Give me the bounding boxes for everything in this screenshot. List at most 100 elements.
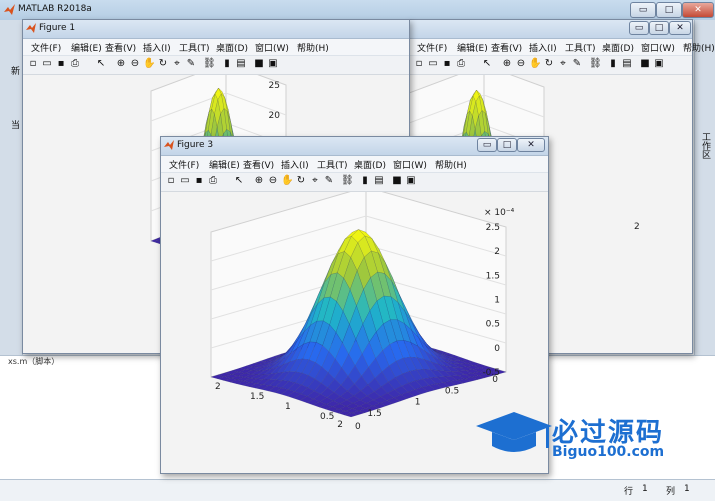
figure-1-title: Figure 1 — [39, 23, 75, 33]
menu-item-3[interactable]: 插入(I) — [143, 41, 171, 54]
brush-icon[interactable]: ✎ — [571, 58, 583, 70]
status-bar: 行 1 列 1 — [0, 479, 715, 501]
legend-icon[interactable]: ▤ — [373, 175, 385, 187]
zoom-out-icon[interactable]: ⊖ — [515, 58, 527, 70]
menu-item-1[interactable]: 编辑(E) — [209, 158, 240, 171]
menu-item-2[interactable]: 查看(V) — [105, 41, 136, 54]
y-tick-label: 0 — [492, 375, 498, 385]
zoom-out-icon[interactable]: ⊖ — [267, 175, 279, 187]
hide-plot-tools-icon[interactable]: ■ — [639, 58, 651, 70]
menu-item-5[interactable]: 桌面(D) — [602, 41, 634, 54]
matlab-logo-icon — [4, 4, 15, 15]
rotate-icon[interactable]: ↻ — [543, 58, 555, 70]
zoom-out-icon[interactable]: ⊖ — [129, 58, 141, 70]
colorbar-icon[interactable]: ▮ — [221, 58, 233, 70]
data-cursor-icon[interactable]: ⌖ — [557, 58, 569, 70]
left-label-new: 新 — [11, 64, 20, 77]
menu-item-7[interactable]: 帮助(H) — [435, 158, 467, 171]
save-icon[interactable]: ▪ — [55, 58, 67, 70]
menu-item-4[interactable]: 工具(T) — [317, 158, 348, 171]
zoom-in-icon[interactable]: ⊕ — [253, 175, 265, 187]
y-tick-label: 2 — [337, 420, 343, 430]
colorbar-icon[interactable]: ▮ — [359, 175, 371, 187]
print-icon[interactable]: ⎙ — [69, 58, 81, 70]
figure-3-title-bar[interactable]: Figure 3 ▭ □ ✕ — [161, 137, 548, 156]
menu-item-3[interactable]: 插入(I) — [529, 41, 557, 54]
menu-item-2[interactable]: 查看(V) — [243, 158, 274, 171]
y-tick-label: 1 — [415, 398, 421, 408]
figure-icon — [26, 23, 36, 33]
menu-item-5[interactable]: 桌面(D) — [354, 158, 386, 171]
figure-3-toolbar: ▫▭▪⎙ ↖ ⊕⊖✋↻⌖✎ ⛓ ▮▤ ■▣ — [161, 173, 548, 192]
fig3-maximize-button[interactable]: □ — [497, 138, 517, 152]
data-cursor-icon[interactable]: ⌖ — [171, 58, 183, 70]
status-row-value: 1 — [642, 484, 648, 494]
menu-item-6[interactable]: 窗口(W) — [255, 41, 289, 54]
maximize-button[interactable]: □ — [656, 2, 682, 18]
menu-item-0[interactable]: 文件(F) — [417, 41, 447, 54]
new-figure-icon[interactable]: ▫ — [165, 175, 177, 187]
fig2-minimize-button[interactable]: ▭ — [629, 21, 649, 35]
open-icon[interactable]: ▭ — [179, 175, 191, 187]
link-plot-icon[interactable]: ⛓ — [589, 58, 601, 70]
menu-item-6[interactable]: 窗口(W) — [393, 158, 427, 171]
new-figure-icon[interactable]: ▫ — [27, 58, 39, 70]
left-label-current: 当 — [11, 118, 20, 131]
figure-2-title-bar[interactable]: ▭ □ ✕ — [409, 20, 692, 39]
menu-item-0[interactable]: 文件(F) — [169, 158, 199, 171]
colorbar-icon[interactable]: ▮ — [607, 58, 619, 70]
pointer-icon[interactable]: ↖ — [95, 58, 107, 70]
brush-icon[interactable]: ✎ — [185, 58, 197, 70]
menu-item-7[interactable]: 帮助(H) — [683, 41, 715, 54]
hide-plot-tools-icon[interactable]: ■ — [391, 175, 403, 187]
link-plot-icon[interactable]: ⛓ — [203, 58, 215, 70]
menu-item-4[interactable]: 工具(T) — [565, 41, 596, 54]
legend-icon[interactable]: ▤ — [235, 58, 247, 70]
print-icon[interactable]: ⎙ — [207, 175, 219, 187]
open-icon[interactable]: ▭ — [41, 58, 53, 70]
open-icon[interactable]: ▭ — [427, 58, 439, 70]
menu-item-0[interactable]: 文件(F) — [31, 41, 61, 54]
show-plot-tools-icon[interactable]: ▣ — [405, 175, 417, 187]
fig2-maximize-button[interactable]: □ — [649, 21, 669, 35]
menu-item-1[interactable]: 编辑(E) — [71, 41, 102, 54]
show-plot-tools-icon[interactable]: ▣ — [653, 58, 665, 70]
rotate-icon[interactable]: ↻ — [295, 175, 307, 187]
z-tick-label: 0.5 — [486, 320, 500, 330]
brush-icon[interactable]: ✎ — [323, 175, 335, 187]
pan-icon[interactable]: ✋ — [281, 175, 293, 187]
pan-icon[interactable]: ✋ — [529, 58, 541, 70]
save-icon[interactable]: ▪ — [441, 58, 453, 70]
new-figure-icon[interactable]: ▫ — [413, 58, 425, 70]
hide-plot-tools-icon[interactable]: ■ — [253, 58, 265, 70]
menu-item-5[interactable]: 桌面(D) — [216, 41, 248, 54]
print-icon[interactable]: ⎙ — [455, 58, 467, 70]
menu-item-3[interactable]: 插入(I) — [281, 158, 309, 171]
menu-item-4[interactable]: 工具(T) — [179, 41, 210, 54]
rotate-icon[interactable]: ↻ — [157, 58, 169, 70]
pan-icon[interactable]: ✋ — [143, 58, 155, 70]
data-cursor-icon[interactable]: ⌖ — [309, 175, 321, 187]
menu-item-7[interactable]: 帮助(H) — [297, 41, 329, 54]
x-tick-label: 0.5 — [320, 412, 334, 422]
z-tick-label: 20 — [269, 111, 281, 121]
fig3-minimize-button[interactable]: ▭ — [477, 138, 497, 152]
script-tab-label[interactable]: xs.m（脚本） — [8, 356, 59, 367]
fig2-close-button[interactable]: ✕ — [669, 21, 691, 35]
menu-item-6[interactable]: 窗口(W) — [641, 41, 675, 54]
zoom-in-icon[interactable]: ⊕ — [115, 58, 127, 70]
show-plot-tools-icon[interactable]: ▣ — [267, 58, 279, 70]
z-tick-label: 25 — [269, 81, 280, 91]
minimize-button[interactable]: ▭ — [630, 2, 656, 18]
figure-1-title-bar[interactable]: Figure 1 — [23, 20, 409, 39]
menu-item-1[interactable]: 编辑(E) — [457, 41, 488, 54]
legend-icon[interactable]: ▤ — [621, 58, 633, 70]
fig3-close-button[interactable]: ✕ — [517, 138, 545, 152]
zoom-in-icon[interactable]: ⊕ — [501, 58, 513, 70]
pointer-icon[interactable]: ↖ — [233, 175, 245, 187]
menu-item-2[interactable]: 查看(V) — [491, 41, 522, 54]
close-button[interactable]: ✕ — [682, 2, 714, 18]
save-icon[interactable]: ▪ — [193, 175, 205, 187]
pointer-icon[interactable]: ↖ — [481, 58, 493, 70]
link-plot-icon[interactable]: ⛓ — [341, 175, 353, 187]
